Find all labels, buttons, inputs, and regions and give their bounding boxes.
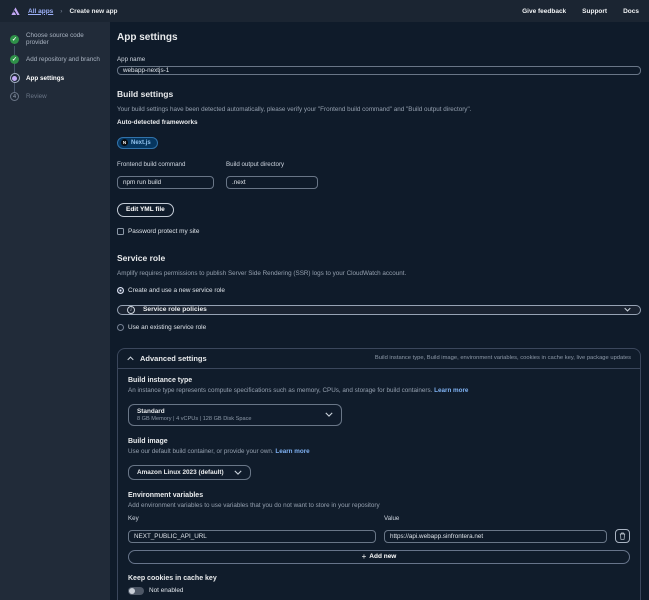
nextjs-logo-icon: N bbox=[121, 139, 128, 146]
password-protect-checkbox-row[interactable]: Password protect my site bbox=[117, 228, 641, 235]
app-name-input[interactable] bbox=[117, 66, 641, 75]
create-service-role-label: Create and use a new service role bbox=[128, 287, 225, 294]
env-var-row: Key Value bbox=[128, 515, 630, 543]
chevron-up-icon bbox=[127, 356, 134, 361]
chevron-down-icon bbox=[234, 470, 242, 475]
checkbox-icon[interactable] bbox=[117, 228, 124, 235]
wizard-step-1[interactable]: ✓ Choose source code provider bbox=[9, 32, 102, 46]
breadcrumb-all-apps[interactable]: All apps bbox=[28, 8, 53, 15]
cookies-toggle-row[interactable]: Not enabled bbox=[128, 587, 630, 595]
advanced-settings-summary: Build instance type, Build image, enviro… bbox=[375, 355, 631, 361]
step-number-icon: 4 bbox=[10, 92, 19, 101]
build-instance-learn-more-link[interactable]: Learn more bbox=[434, 387, 468, 394]
password-protect-label: Password protect my site bbox=[128, 228, 199, 235]
step-complete-check-icon: ✓ bbox=[10, 55, 19, 64]
build-image-label: Build image bbox=[128, 438, 630, 445]
step-connector bbox=[14, 83, 15, 92]
wizard-step-label: Choose source code provider bbox=[26, 32, 102, 46]
amplify-logo-icon[interactable] bbox=[10, 6, 21, 17]
build-instance-selected: Standard bbox=[137, 408, 252, 415]
env-value-input[interactable] bbox=[384, 530, 607, 543]
breadcrumb-separator-icon: › bbox=[60, 8, 62, 15]
support-link[interactable]: Support bbox=[582, 8, 607, 15]
advanced-settings-title: Advanced settings bbox=[140, 354, 207, 363]
frameworks-label: Auto-detected frameworks bbox=[117, 119, 641, 126]
framework-badge: N Next.js bbox=[117, 137, 158, 149]
add-env-var-label: Add new bbox=[369, 553, 396, 560]
frontend-build-command-input[interactable] bbox=[117, 176, 214, 189]
give-feedback-link[interactable]: Give feedback bbox=[522, 8, 566, 15]
env-value-label: Value bbox=[384, 515, 607, 522]
step-current-icon bbox=[10, 73, 20, 83]
build-image-description: Use our default build container, or prov… bbox=[128, 448, 274, 455]
wizard-step-2[interactable]: ✓ Add repository and branch bbox=[9, 55, 102, 64]
step-connector bbox=[14, 64, 15, 73]
wizard-step-label: Review bbox=[26, 93, 47, 100]
keep-cookies-label: Keep cookies in cache key bbox=[128, 575, 630, 582]
env-key-input[interactable] bbox=[128, 530, 376, 543]
advanced-settings-header[interactable]: Advanced settings Build instance type, B… bbox=[118, 349, 640, 369]
wizard-step-4[interactable]: 4 Review bbox=[9, 92, 102, 101]
service-role-policies-expander[interactable]: i Service role policies bbox=[117, 305, 641, 315]
build-image-learn-more-link[interactable]: Learn more bbox=[275, 448, 309, 455]
environment-variables-label: Environment variables bbox=[128, 492, 630, 499]
frontend-build-command-label: Frontend build command bbox=[117, 161, 214, 168]
top-navigation-bar: All apps › Create new app Give feedback … bbox=[0, 0, 649, 22]
wizard-step-label: App settings bbox=[26, 75, 64, 82]
edit-yml-button[interactable]: Edit YML file bbox=[117, 203, 174, 217]
build-instance-selected-detail: 8 GB Memory | 4 vCPUs | 128 GB Disk Spac… bbox=[137, 416, 252, 422]
wizard-step-3-current[interactable]: App settings bbox=[9, 73, 102, 83]
env-key-label: Key bbox=[128, 515, 376, 522]
app-name-label: App name bbox=[117, 56, 641, 63]
service-role-description: Amplify requires permissions to publish … bbox=[117, 270, 641, 277]
step-complete-check-icon: ✓ bbox=[10, 35, 19, 44]
cookies-toggle-label: Not enabled bbox=[149, 587, 183, 594]
radio-unselected-icon[interactable] bbox=[117, 324, 124, 331]
build-image-select[interactable]: Amazon Linux 2023 (default) bbox=[128, 465, 251, 480]
wizard-steps-sidebar: ✓ Choose source code provider ✓ Add repo… bbox=[0, 22, 110, 600]
build-settings-heading: Build settings bbox=[117, 89, 641, 99]
trash-icon bbox=[619, 532, 626, 540]
radio-selected-icon[interactable] bbox=[117, 287, 124, 294]
create-service-role-radio-row[interactable]: Create and use a new service role bbox=[117, 287, 641, 294]
chevron-down-icon bbox=[325, 412, 333, 417]
plus-icon: + bbox=[362, 552, 367, 561]
topbar-links: Give feedback Support Docs bbox=[522, 8, 639, 15]
add-env-var-button[interactable]: + Add new bbox=[128, 550, 630, 564]
docs-link[interactable]: Docs bbox=[623, 8, 639, 15]
build-settings-description: Your build settings have been detected a… bbox=[117, 106, 641, 113]
framework-badge-label: Next.js bbox=[131, 140, 151, 146]
wizard-step-label: Add repository and branch bbox=[26, 56, 100, 63]
toggle-off-icon[interactable] bbox=[128, 587, 144, 595]
existing-service-role-radio-row[interactable]: Use an existing service role bbox=[117, 324, 641, 331]
build-output-directory-label: Build output directory bbox=[226, 161, 318, 168]
breadcrumb-current: Create new app bbox=[69, 8, 117, 15]
build-output-directory-input[interactable] bbox=[226, 176, 318, 189]
build-image-selected: Amazon Linux 2023 (default) bbox=[137, 469, 224, 476]
existing-service-role-label: Use an existing service role bbox=[128, 324, 206, 331]
info-icon: i bbox=[127, 306, 135, 314]
step-connector bbox=[14, 46, 15, 55]
service-role-heading: Service role bbox=[117, 253, 641, 263]
remove-env-var-button[interactable] bbox=[615, 529, 630, 543]
advanced-settings-section: Advanced settings Build instance type, B… bbox=[117, 348, 641, 600]
main-content: App settings App name Build settings You… bbox=[110, 22, 649, 600]
chevron-down-icon bbox=[624, 307, 631, 312]
build-instance-description: An instance type represents compute spec… bbox=[128, 387, 432, 394]
build-instance-select[interactable]: Standard 8 GB Memory | 4 vCPUs | 128 GB … bbox=[128, 404, 342, 426]
service-role-policies-label: Service role policies bbox=[143, 306, 207, 313]
build-instance-type-label: Build instance type bbox=[128, 377, 630, 384]
environment-variables-description: Add environment variables to use variabl… bbox=[128, 502, 630, 509]
page-title: App settings bbox=[117, 32, 641, 43]
